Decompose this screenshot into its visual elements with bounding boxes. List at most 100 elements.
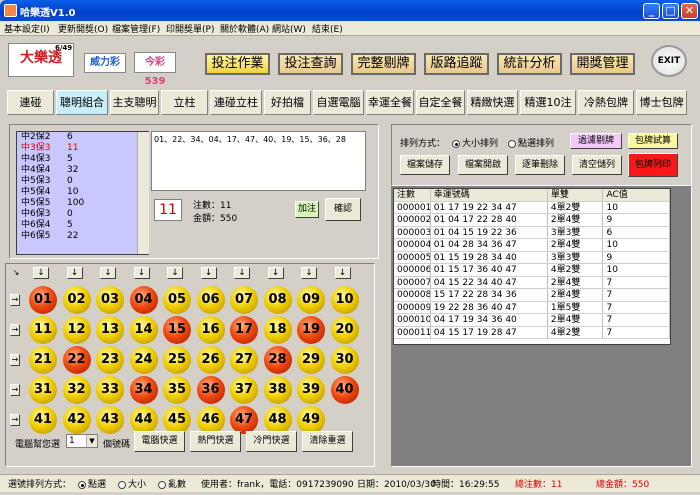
- table-row[interactable]: 000004 01 04 28 34 36 47 2單4雙 10: [394, 239, 670, 252]
- number-ball[interactable]: 38: [263, 376, 292, 404]
- number-ball[interactable]: 25: [163, 346, 191, 374]
- status-random-radio[interactable]: 亂數: [158, 477, 186, 490]
- ticket-list-item[interactable]: 中4保4 32: [17, 165, 148, 176]
- pick-count-select[interactable]: 1 ▼: [66, 434, 98, 448]
- tab-1[interactable]: 聰明組合: [56, 90, 108, 115]
- number-ball[interactable]: 11: [29, 316, 57, 344]
- number-ball[interactable]: 47: [230, 406, 258, 434]
- ticket-list-item[interactable]: 中6保4 5: [17, 220, 148, 231]
- computer-quick-pick-button[interactable]: 電腦快選: [134, 431, 185, 452]
- statistics-button[interactable]: 統計分析: [497, 53, 562, 75]
- row-select-arrow-icon[interactable]: →: [10, 294, 20, 306]
- tab-0[interactable]: 連碰: [7, 90, 54, 115]
- ticket-list-item[interactable]: 中6保3 0: [17, 209, 148, 220]
- status-click-radio[interactable]: 點選: [78, 477, 106, 490]
- number-ball[interactable]: 18: [263, 316, 292, 344]
- delete-row-button[interactable]: 逐筆刪除: [515, 155, 565, 175]
- draw-management-button[interactable]: 開獎管理: [570, 53, 635, 75]
- number-ball[interactable]: 32: [62, 376, 91, 404]
- tab-2[interactable]: 主支聰明: [110, 90, 159, 115]
- column-select-arrow-icon[interactable]: ↓: [66, 267, 83, 279]
- menu-print-draw[interactable]: 印開獎單(P): [166, 22, 214, 35]
- ticket-list-item[interactable]: 中4保3 5: [17, 154, 148, 165]
- number-ball[interactable]: 05: [163, 286, 191, 314]
- ticket-list-item[interactable]: 中2保2 6: [17, 132, 148, 143]
- number-ball[interactable]: 06: [196, 286, 225, 314]
- number-ball[interactable]: 46: [196, 406, 225, 434]
- number-ball[interactable]: 36: [196, 376, 225, 404]
- number-ball[interactable]: 03: [96, 286, 124, 314]
- column-select-arrow-icon[interactable]: ↓: [167, 267, 183, 279]
- number-ball[interactable]: 13: [96, 316, 124, 344]
- tab-6[interactable]: 自選電腦: [313, 90, 364, 115]
- bet-operation-button[interactable]: 投注作業: [205, 53, 270, 75]
- table-row[interactable]: 000011 04 15 17 19 28 47 4單2雙 7: [394, 326, 670, 339]
- menu-about[interactable]: 關於軟體(A): [220, 22, 269, 35]
- save-file-button[interactable]: 檔案儲存: [400, 155, 450, 175]
- number-ball[interactable]: 48: [263, 406, 292, 434]
- row-select-arrow-icon[interactable]: →: [10, 354, 20, 366]
- number-ball[interactable]: 30: [330, 346, 359, 374]
- number-ball[interactable]: 09: [297, 286, 325, 314]
- tab-12[interactable]: 博士包牌: [636, 90, 687, 115]
- number-ball[interactable]: 10: [330, 286, 359, 314]
- cold-quick-pick-button[interactable]: 冷門快選: [246, 431, 297, 452]
- column-select-arrow-icon[interactable]: ↓: [100, 267, 116, 279]
- number-ball[interactable]: 19: [297, 316, 325, 344]
- sort-by-size-radio[interactable]: 大小排列: [452, 136, 498, 149]
- number-ball[interactable]: 22: [62, 346, 91, 374]
- row-select-arrow-icon[interactable]: →: [10, 384, 20, 396]
- tab-10[interactable]: 精選10注: [520, 90, 576, 115]
- number-ball[interactable]: 12: [62, 316, 91, 344]
- add-bet-button[interactable]: 加注: [295, 201, 319, 218]
- tab-11[interactable]: 冷熱包牌: [578, 90, 634, 115]
- maximize-button[interactable]: □: [662, 3, 679, 19]
- exit-button[interactable]: EXIT: [651, 45, 687, 77]
- minimize-button[interactable]: _: [643, 3, 660, 19]
- clear-rows-button[interactable]: 清空儲列: [572, 155, 622, 175]
- number-ball[interactable]: 44: [129, 406, 158, 434]
- ticket-list-item[interactable]: 中6保5 22: [17, 231, 148, 242]
- number-ball[interactable]: 23: [96, 346, 124, 374]
- number-ball[interactable]: 16: [196, 316, 225, 344]
- number-ball[interactable]: 01: [29, 286, 57, 314]
- column-select-arrow-icon[interactable]: ↓: [301, 267, 317, 279]
- table-row[interactable]: 000005 01 15 19 28 34 40 3單3雙 9: [394, 251, 670, 264]
- column-select-arrow-icon[interactable]: ↓: [133, 267, 150, 279]
- table-row[interactable]: 000006 01 15 17 36 40 47 4單2雙 10: [394, 264, 670, 277]
- table-row[interactable]: 000009 19 22 28 36 40 47 1單5雙 7: [394, 301, 670, 314]
- number-ball[interactable]: 29: [297, 346, 325, 374]
- ticket-type-list[interactable]: 中2保2 6 中3保3 11 中4保3 5 中4保4 32 中5保3 0 中5保4 10 中5保5 100…: [16, 131, 149, 255]
- number-ball[interactable]: 27: [230, 346, 258, 374]
- column-select-arrow-icon[interactable]: ↓: [200, 267, 217, 279]
- status-size-radio[interactable]: 大小: [118, 477, 146, 490]
- number-ball[interactable]: 45: [163, 406, 191, 434]
- sort-by-click-radio[interactable]: 點選排列: [508, 136, 554, 149]
- corner-arrow-icon[interactable]: ↘: [11, 268, 21, 280]
- number-ball[interactable]: 24: [129, 346, 158, 374]
- open-file-button[interactable]: 檔案開啟: [458, 155, 508, 175]
- column-select-arrow-icon[interactable]: ↓: [234, 267, 250, 279]
- number-ball[interactable]: 42: [62, 406, 91, 434]
- number-ball[interactable]: 31: [29, 376, 57, 404]
- column-select-arrow-icon[interactable]: ↓: [334, 267, 351, 279]
- menu-basic-settings[interactable]: 基本設定(I): [4, 22, 50, 35]
- clear-reselect-button[interactable]: 清除重選: [302, 431, 353, 452]
- column-select-arrow-icon[interactable]: ↓: [267, 267, 284, 279]
- number-ball[interactable]: 41: [29, 406, 57, 434]
- number-ball[interactable]: 15: [163, 316, 191, 344]
- number-ball[interactable]: 17: [230, 316, 258, 344]
- menu-website[interactable]: 網站(W): [272, 22, 306, 35]
- number-ball[interactable]: 43: [96, 406, 124, 434]
- number-ball[interactable]: 33: [96, 376, 124, 404]
- table-row[interactable]: 000007 04 15 22 34 40 47 2單4雙 7: [394, 276, 670, 289]
- close-button[interactable]: ✕: [681, 3, 698, 19]
- tab-4[interactable]: 連碰立柱: [210, 90, 262, 115]
- package-print-button[interactable]: 包牌列印: [628, 153, 678, 177]
- tab-5[interactable]: 好拍檔: [264, 90, 311, 115]
- ticket-list-item[interactable]: 中5保5 100: [17, 198, 148, 209]
- table-row[interactable]: 000002 01 04 17 22 28 40 2單4雙 9: [394, 214, 670, 227]
- menu-file-management[interactable]: 檔案管理(F): [112, 22, 160, 35]
- filter-elimination-button[interactable]: 過濾剔牌: [570, 133, 622, 149]
- tab-9[interactable]: 精緻快選: [467, 90, 518, 115]
